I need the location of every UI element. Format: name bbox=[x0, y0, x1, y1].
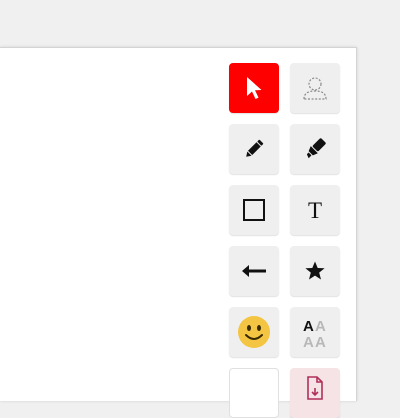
dashed-user-icon bbox=[303, 77, 327, 100]
font-style-tool-button[interactable]: A A A A bbox=[290, 307, 340, 357]
emoji-tool-button[interactable] bbox=[229, 307, 279, 357]
smiley-icon bbox=[238, 316, 270, 348]
document-icon bbox=[307, 376, 323, 400]
svg-text:A: A bbox=[303, 318, 314, 335]
arrow-left-icon bbox=[242, 265, 266, 277]
highlighter-tool-button[interactable] bbox=[290, 124, 340, 174]
text-icon: T bbox=[307, 197, 323, 223]
svg-text:A: A bbox=[315, 334, 326, 350]
svg-text:A: A bbox=[315, 318, 326, 335]
svg-text:A: A bbox=[303, 334, 314, 350]
arrow-tool-button[interactable] bbox=[229, 246, 279, 296]
star-icon bbox=[305, 261, 325, 280]
erase-selection-tool-button[interactable] bbox=[290, 63, 340, 113]
pencil-icon bbox=[246, 139, 264, 157]
rectangle-tool-button[interactable] bbox=[229, 185, 279, 235]
font-style-icon: A A A A bbox=[303, 318, 326, 350]
pencil-tool-button[interactable] bbox=[229, 124, 279, 174]
select-tool-button[interactable] bbox=[229, 63, 279, 113]
color-swatch-button[interactable] bbox=[229, 368, 279, 418]
rectangle-icon bbox=[243, 199, 265, 221]
star-stamp-tool-button[interactable] bbox=[290, 246, 340, 296]
cursor-arrow-icon bbox=[247, 77, 262, 99]
highlighter-icon bbox=[306, 138, 326, 159]
text-tool-button[interactable]: T bbox=[290, 185, 340, 235]
export-document-button[interactable] bbox=[290, 368, 340, 418]
